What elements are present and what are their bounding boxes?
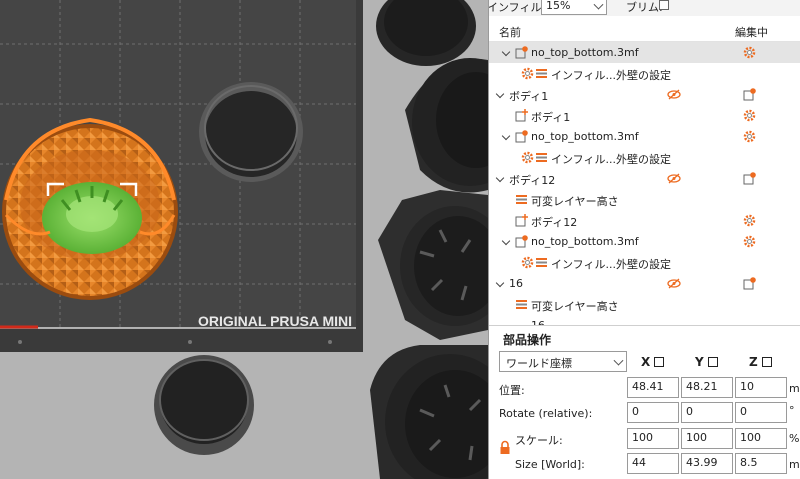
scale-z-field[interactable]: 100 [735,428,787,449]
rotate-x-field[interactable]: 0 [627,402,679,423]
expand-arrow-icon[interactable] [495,173,505,183]
add-part-icon[interactable] [743,88,756,101]
axis-y-header: Y [695,355,718,369]
edit-gear-icon[interactable] [743,130,756,143]
drop-to-bed-icon[interactable] [654,356,665,367]
expand-arrow-icon[interactable] [501,47,511,57]
size-label: Size [World]: [515,458,585,471]
object-list-row[interactable]: 可変レイヤー高さ [489,294,800,315]
object-icon [515,235,528,248]
position-z-field[interactable]: 10 [735,377,787,398]
drop-to-bed-icon[interactable] [707,356,718,367]
part-icon [515,214,528,227]
scale-y-field[interactable]: 100 [681,428,733,449]
size-unit: mm [789,458,800,471]
object-list-header: 名前 編集中 [489,21,800,42]
object-list-row[interactable]: ボディ1 [489,105,800,126]
settings-gear-icon [521,151,534,164]
coordinate-system-dropdown[interactable]: ワールド座標 [499,351,627,372]
infill-label: インフィル: [488,1,546,14]
settings-gear-icon [521,67,534,80]
column-name-header[interactable]: 名前 [499,24,521,40]
edit-gear-icon[interactable] [743,109,756,122]
cup-model-on-bed[interactable] [199,82,303,182]
part-manipulation-title: 部品操作 [503,333,552,347]
size-z-field[interactable]: 8.5 [735,453,787,474]
chevron-down-icon [613,355,624,366]
layer-height-icon [515,193,528,206]
edit-gear-icon[interactable] [743,235,756,248]
axis-x-header: X [641,355,665,369]
axis-z-header: Z [749,355,772,369]
object-icon [515,130,528,143]
size-y-field[interactable]: 43.99 [681,453,733,474]
rotate-unit: ° [789,404,795,417]
print-settings-bar: インフィル: 15% ブリム: [489,0,800,16]
object-icon [515,46,528,59]
infill-dropdown[interactable]: 15% [541,0,607,15]
position-x-field[interactable]: 48.41 [627,377,679,398]
expand-arrow-icon[interactable] [501,236,511,246]
scene-canvas[interactable]: ORIGINAL PRUSA MINI [0,0,488,479]
object-list-row[interactable]: 16 [489,315,800,325]
add-part-icon[interactable] [743,172,756,185]
scale-label: スケール: [515,434,563,447]
object-list-row[interactable]: no_top_bottom.3mf [489,126,800,147]
add-part-icon[interactable] [743,277,756,290]
right-panel: インフィル: 15% ブリム: 名前 編集中 no_top_bottom.3mf [488,0,800,479]
rotate-label: Rotate (relative): [499,407,593,420]
object-list-row[interactable]: ボディ12 [489,210,800,231]
size-x-field[interactable]: 44 [627,453,679,474]
edit-gear-icon[interactable] [743,46,756,59]
object-list-row[interactable]: no_top_bottom.3mf [489,42,800,63]
part-icon [515,109,528,122]
chevron-down-icon [593,0,604,10]
eye-hidden-icon[interactable] [667,277,681,290]
layers-icon [535,151,548,164]
expand-arrow-icon[interactable] [495,89,505,99]
drop-to-bed-icon[interactable] [761,356,772,367]
infill-value: 15% [546,0,571,12]
object-list-row[interactable]: ボディ1 [489,84,800,105]
object-list-row[interactable]: インフィル...外壁の設定 [489,147,800,168]
brim-checkbox[interactable] [659,0,669,10]
brim-label: ブリム: [626,1,663,14]
position-unit: mm [789,382,800,395]
object-list-row[interactable]: 16 [489,273,800,294]
cup-model-below-bed[interactable] [154,355,254,455]
object-list-row[interactable]: 可変レイヤー高さ [489,189,800,210]
object-list-row[interactable]: インフィル...外壁の設定 [489,252,800,273]
3d-viewport[interactable]: ORIGINAL PRUSA MINI [0,0,488,479]
position-label: 位置: [499,384,525,397]
eye-hidden-icon[interactable] [667,88,681,101]
column-edit-header[interactable]: 編集中 [735,24,768,40]
layers-icon [535,67,548,80]
bed-label: ORIGINAL PRUSA MINI [198,313,352,329]
object-list-row[interactable]: no_top_bottom.3mf [489,231,800,252]
eye-hidden-icon[interactable] [667,172,681,185]
rotate-z-field[interactable]: 0 [735,402,787,423]
scale-unit: % [789,432,800,445]
expand-arrow-icon[interactable] [495,278,505,288]
scale-x-field[interactable]: 100 [627,428,679,449]
lock-icon[interactable] [499,440,511,456]
settings-gear-icon [521,256,534,269]
object-list-row[interactable]: ボディ12 [489,168,800,189]
position-y-field[interactable]: 48.21 [681,377,733,398]
rotate-y-field[interactable]: 0 [681,402,733,423]
divider [489,325,800,326]
layers-icon [535,256,548,269]
edit-gear-icon[interactable] [743,214,756,227]
layer-height-icon [515,298,528,311]
expand-arrow-icon[interactable] [501,131,511,141]
object-list-row[interactable]: インフィル...外壁の設定 [489,63,800,84]
